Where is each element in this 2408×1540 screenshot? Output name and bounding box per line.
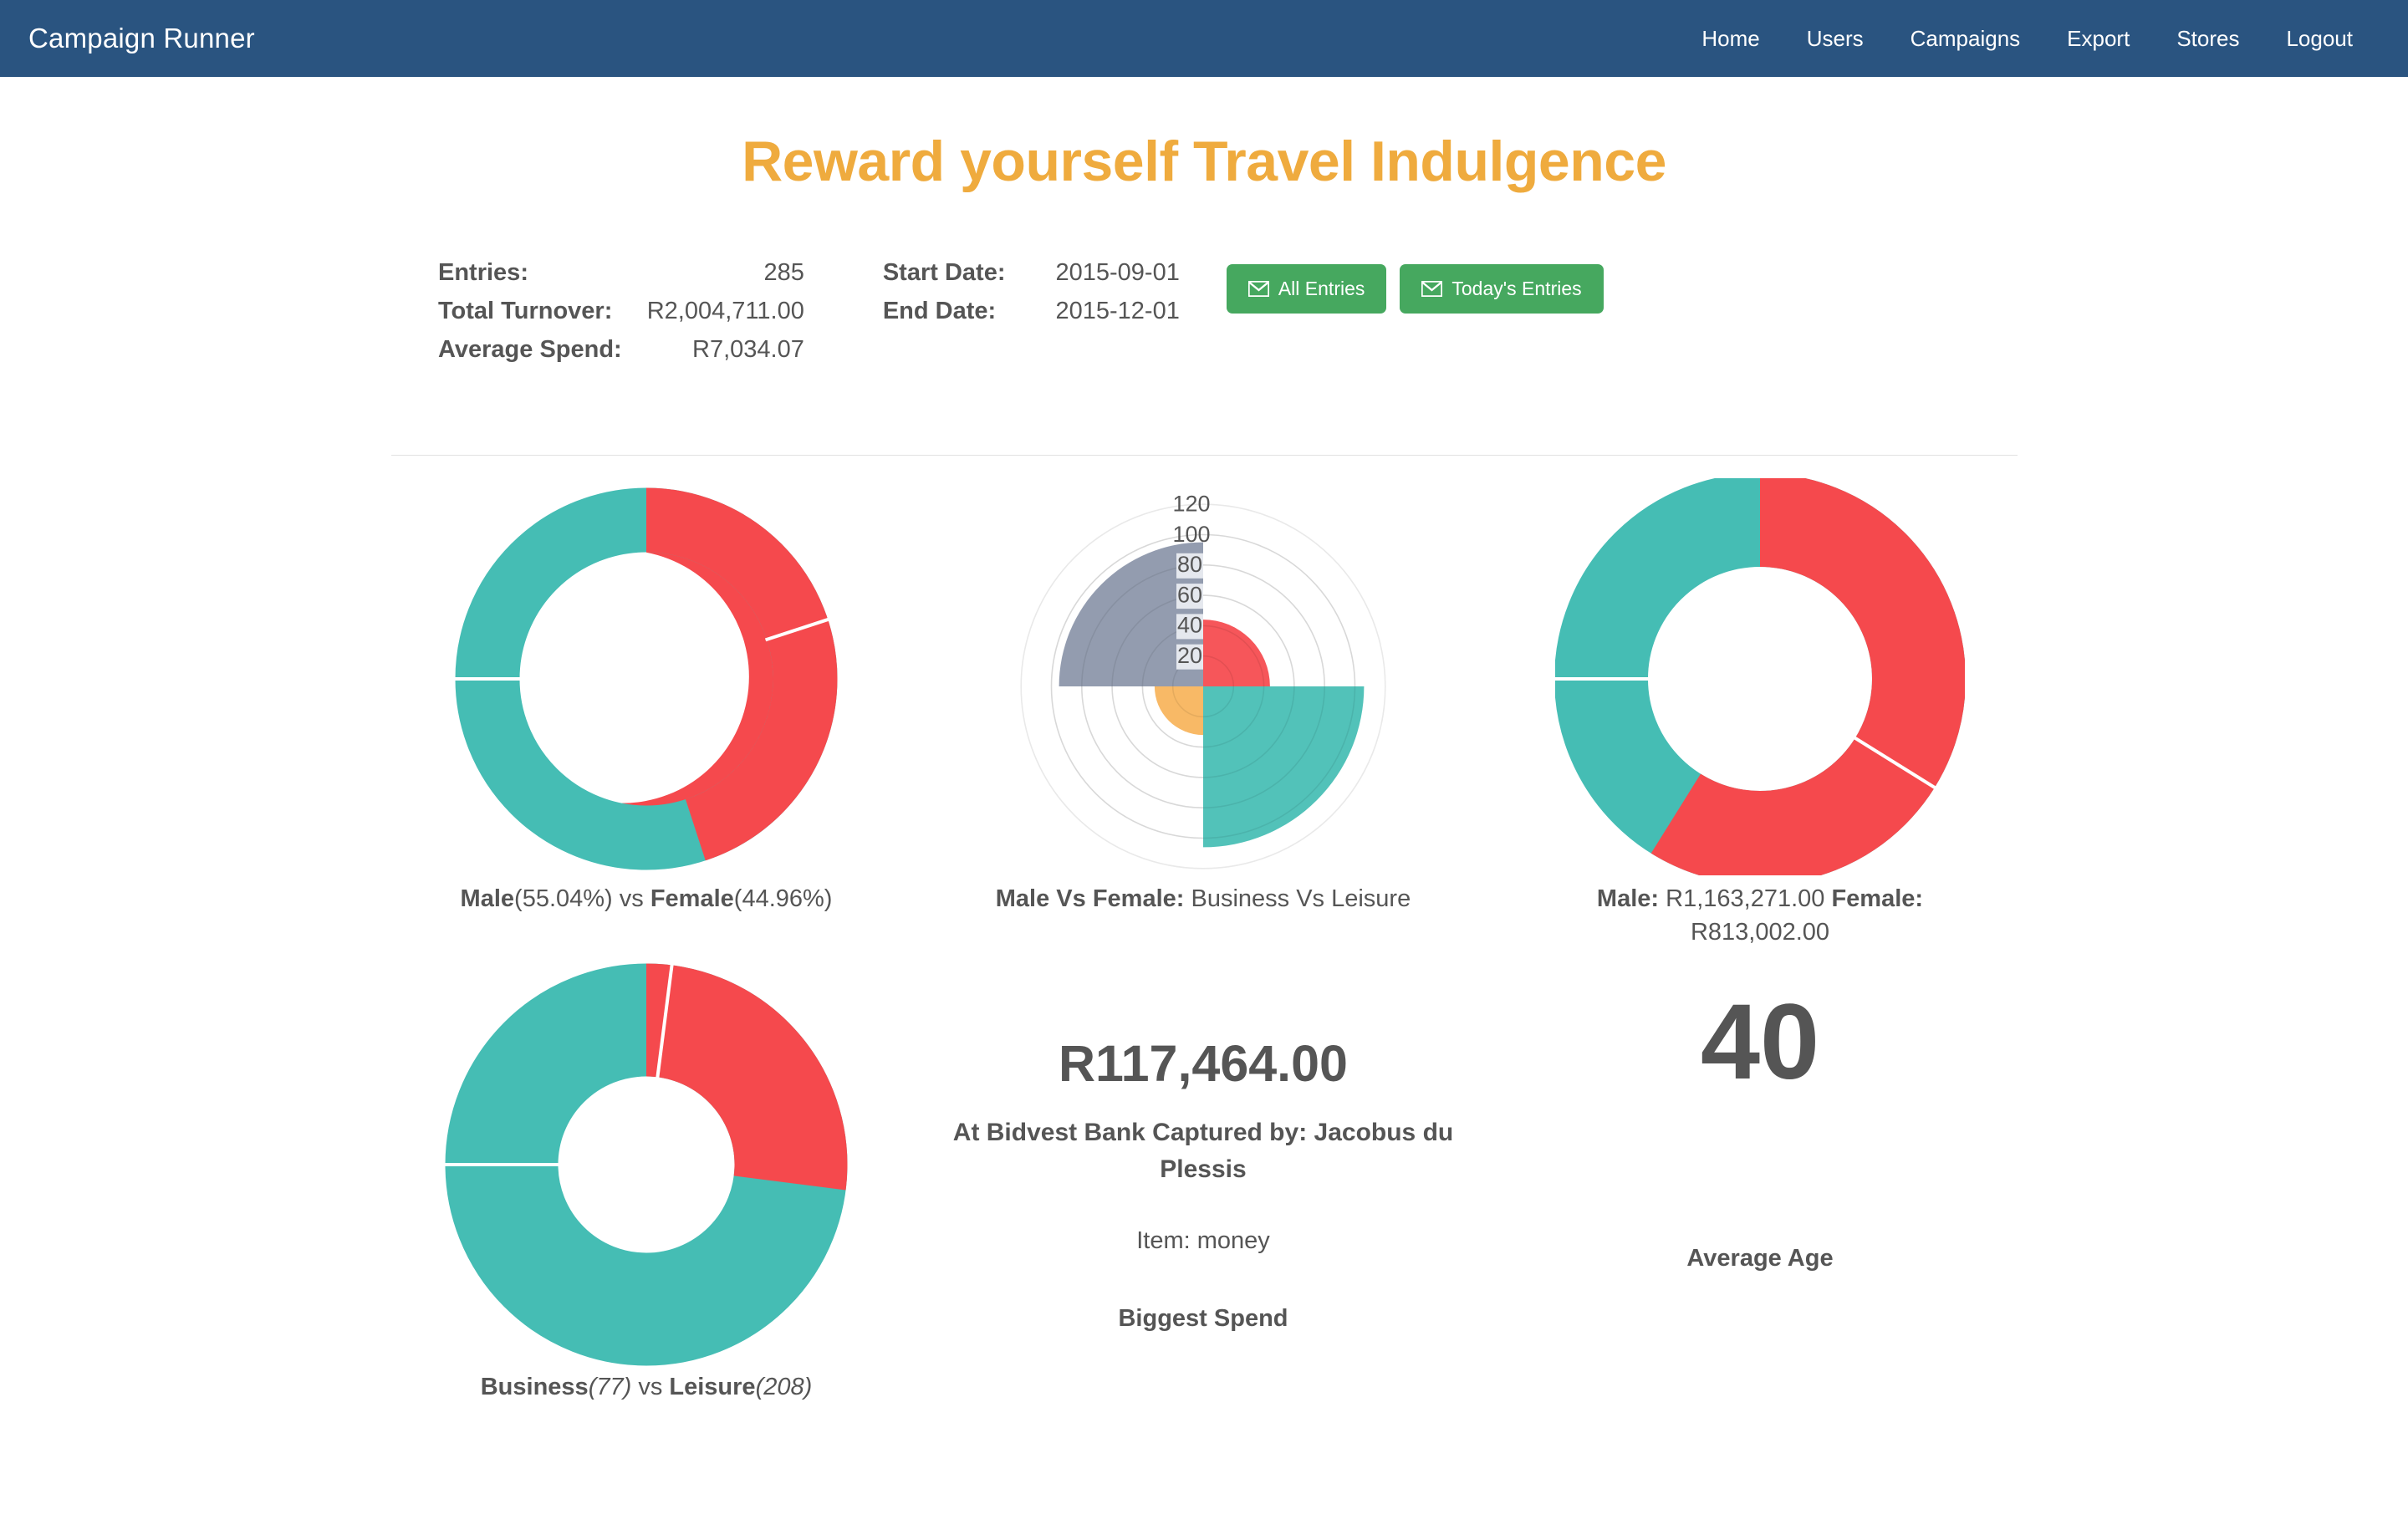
stat-row-entries: Entries: 285 xyxy=(438,259,804,298)
chart-cell-business-leisure: Business(77) vs Leisure(208) xyxy=(368,949,925,1404)
sector-female-business[interactable] xyxy=(1154,686,1203,736)
stat-value-entries: 285 xyxy=(763,259,804,286)
business-leisure-caption: Business(77) vs Leisure(208) xyxy=(481,1370,813,1404)
caption-leisure-label: Leisure xyxy=(669,1374,756,1401)
biggest-spend-item: Item: money xyxy=(1136,1227,1270,1255)
nav-campaigns[interactable]: Campaigns xyxy=(1887,18,2044,60)
biggest-spend-panel: R117,464.00 At Bidvest Bank Captured by:… xyxy=(925,949,1482,1404)
stat-label-total-turnover: Total Turnover: xyxy=(438,298,613,324)
summary-stats-dates: Start Date: 2015-09-01 End Date: 2015-12… xyxy=(883,259,1180,336)
caption-female-label: Female xyxy=(650,885,734,912)
polar-chart-svg: 20 40 60 80 100 120 xyxy=(1020,492,1386,869)
chart-cell-polar: 20 40 60 80 100 120 Male Vs Female: Busi… xyxy=(925,476,1482,949)
biggest-spend-amount: R117,464.00 xyxy=(1059,1035,1348,1093)
stat-label-entries: Entries: xyxy=(438,259,528,286)
radial-tick-60: 60 xyxy=(1176,582,1203,609)
radial-tick-20: 20 xyxy=(1176,643,1203,670)
average-age-caption: Average Age xyxy=(1686,1245,1834,1272)
nav-users[interactable]: Users xyxy=(1783,18,1887,60)
caption-female-money-label: Female: xyxy=(1831,885,1924,912)
all-entries-label: All Entries xyxy=(1278,278,1365,299)
stat-value-end-date: 2015-12-01 xyxy=(1055,298,1180,324)
polar-caption-rest: Business Vs Leisure xyxy=(1184,885,1411,912)
svg-text:20: 20 xyxy=(1177,643,1202,668)
summary-actions: All Entries Today's Entries xyxy=(1226,259,1604,314)
page-title: Reward yourself Travel Indulgence xyxy=(742,130,1666,193)
polar-caption: Male Vs Female: Business Vs Leisure xyxy=(996,882,1411,915)
gender-turnover-donut-svg xyxy=(1555,477,1965,875)
svg-text:120: 120 xyxy=(1172,492,1210,517)
summary-stats-primary: Entries: 285 Total Turnover: R2,004,711.… xyxy=(438,259,804,375)
gender-count-caption: Male(55.04%) vs Female(44.96%) xyxy=(461,882,833,915)
average-age-value: 40 xyxy=(1700,982,1820,1103)
stat-value-total-turnover: R2,004,711.00 xyxy=(646,298,804,324)
primary-nav: Home Users Campaigns Export Stores Logou… xyxy=(1678,18,2376,60)
stat-label-end-date: End Date: xyxy=(882,298,997,324)
gender-turnover-caption: Male: R1,163,271.00 Female: R813,002.00 xyxy=(1534,882,1986,949)
biggest-spend-detail: At Bidvest Bank Captured by: Jacobus du … xyxy=(952,1119,1454,1183)
caption-female-pct: (44.96%) xyxy=(733,885,833,912)
caption-leisure-count: (208) xyxy=(755,1374,813,1401)
caption-male-money-value: R1,163,271.00 xyxy=(1659,885,1832,912)
caption-female-money-value: R813,002.00 xyxy=(1690,919,1830,946)
chart-cell-gender-count: Male(55.04%) vs Female(44.96%) xyxy=(368,476,925,949)
svg-text:60: 60 xyxy=(1177,582,1202,607)
radial-tick-80: 80 xyxy=(1176,552,1203,579)
svg-text:80: 80 xyxy=(1177,552,1202,577)
average-age-panel: 40 Average Age xyxy=(1482,949,2038,1404)
stat-label-start-date: Start Date: xyxy=(882,259,1006,286)
gender-business-leisure-rose[interactable]: 20 40 60 80 100 120 xyxy=(982,476,1425,877)
gender-turnover-donut[interactable] xyxy=(1538,476,1982,877)
nav-logout[interactable]: Logout xyxy=(2263,18,2376,60)
campaign-summary: Entries: 285 Total Turnover: R2,004,711.… xyxy=(0,259,2408,375)
sector-male-business[interactable] xyxy=(1203,620,1270,686)
stat-row-average-spend: Average Spend: R7,034.07 xyxy=(438,336,804,375)
caption-male-label: Male xyxy=(460,885,515,912)
caption-male-money-label: Male: xyxy=(1596,885,1660,912)
nav-stores[interactable]: Stores xyxy=(2153,18,2263,60)
polar-caption-bold: Male Vs Female: xyxy=(995,885,1185,912)
stat-value-start-date: 2015-09-01 xyxy=(1055,259,1180,286)
radial-tick-120: 120 xyxy=(1172,492,1210,517)
biggest-spend-caption: Biggest Spend xyxy=(1118,1305,1288,1333)
envelope-icon xyxy=(1421,281,1443,297)
gender-count-donut[interactable] xyxy=(425,476,868,877)
charts-grid: Male(55.04%) vs Female(44.96%) 20 40 60 … xyxy=(0,456,2408,1404)
chart-cell-gender-turnover: Male: R1,163,271.00 Female: R813,002.00 xyxy=(1482,476,2038,949)
stat-row-total-turnover: Total Turnover: R2,004,711.00 xyxy=(438,298,804,336)
svg-text:100: 100 xyxy=(1172,522,1210,547)
caption-business-label: Business xyxy=(480,1374,589,1401)
business-leisure-donut[interactable] xyxy=(425,961,868,1366)
gender-count-donut-svg xyxy=(452,487,838,869)
top-navbar: Campaign Runner Home Users Campaigns Exp… xyxy=(0,0,2408,77)
envelope-icon xyxy=(1247,281,1269,297)
caption-male-pct: (55.04%) xyxy=(514,885,613,912)
stat-row-end-date: End Date: 2015-12-01 xyxy=(883,298,1180,336)
radial-tick-100: 100 xyxy=(1172,522,1210,547)
todays-entries-button[interactable]: Today's Entries xyxy=(1400,264,1604,314)
nav-export[interactable]: Export xyxy=(2043,18,2153,60)
caption-business-count: (77) xyxy=(588,1374,632,1401)
caption-vs: vs xyxy=(612,885,650,912)
all-entries-button[interactable]: All Entries xyxy=(1226,264,1387,314)
todays-entries-label: Today's Entries xyxy=(1451,278,1582,299)
brand-logo[interactable]: Campaign Runner xyxy=(28,23,255,54)
svg-text:40: 40 xyxy=(1177,613,1202,638)
nav-home[interactable]: Home xyxy=(1678,18,1783,60)
radial-tick-40: 40 xyxy=(1176,613,1203,640)
stat-label-average-spend: Average Spend: xyxy=(438,336,622,363)
sector-male-leisure[interactable] xyxy=(1203,686,1365,848)
caption-trip-vs: vs xyxy=(631,1374,670,1401)
stat-row-start-date: Start Date: 2015-09-01 xyxy=(883,259,1180,298)
business-leisure-donut-svg xyxy=(441,961,848,1366)
stat-value-average-spend: R7,034.07 xyxy=(692,336,804,363)
